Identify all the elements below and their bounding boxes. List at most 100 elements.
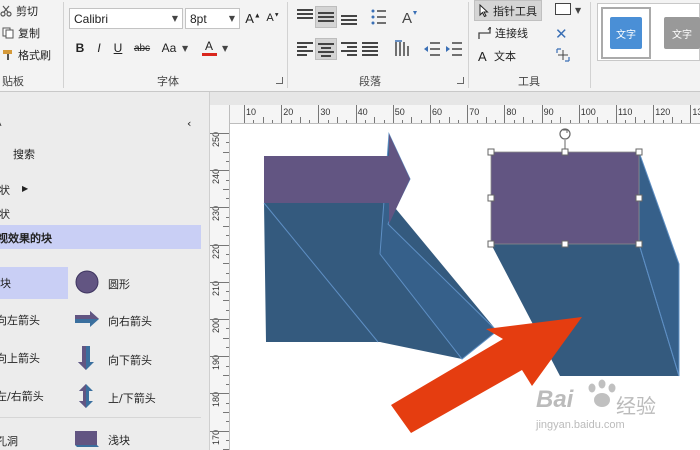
ruler-tick [226,235,229,237]
shape-left-right-arrow[interactable]: 左/右箭头 [0,388,44,404]
ribbon-separator [287,2,288,88]
horizontal-ruler[interactable]: 10 20 30 40 50 60 70 80 90 100 110 120 13 [230,105,700,124]
style-item-2[interactable]: 文字 [664,17,700,49]
panel-marker [0,116,2,127]
ruler-tick-label: 170 [211,429,221,445]
shape-left-right-arrow-label: 左/右箭头 [0,390,44,403]
ruler-tick [253,120,255,123]
search-shapes[interactable]: 搜索 [13,146,35,162]
collapse-panel-icon[interactable]: ‹ [187,117,191,130]
ruler-tick [383,120,385,123]
shrink-font-button[interactable]: A▼ [264,9,282,27]
ruler-tick [226,439,229,441]
watermark-url: jingyan.baidu.com [536,419,625,431]
ruler-tick [226,402,229,404]
circle-icon [74,269,100,298]
font-color-button[interactable]: A [200,37,218,59]
ruler-tick [210,133,229,134]
rectangle-tool-icon[interactable] [555,3,571,15]
copy-button[interactable]: 复制 [2,25,40,41]
shape-block[interactable]: 块 [0,267,68,299]
align-left-icon[interactable] [297,42,313,56]
ruler-tick [226,291,229,293]
ruler-tick [318,105,320,123]
ruler-tick [210,170,229,172]
bullets-icon[interactable] [371,9,387,25]
strikethrough-button[interactable]: abc [130,39,154,57]
tools-group-label: 工具 [518,75,540,88]
shape-hole[interactable]: 孔洞 [0,433,18,449]
justify-icon[interactable] [362,42,378,56]
grow-font-button[interactable]: A▲ [244,9,262,27]
ruler-tick [402,120,404,123]
shape-up-arrow[interactable]: 向上箭头 [0,350,40,366]
decrease-indent-icon[interactable] [423,41,441,57]
ruler-tick [597,117,599,123]
font-size-value: 8pt [190,11,207,26]
ruler-tick [210,207,229,209]
ruler-tick [210,356,229,358]
ruler-tick-label: 50 [394,107,405,117]
pointer-tool-button[interactable]: 指针工具 [474,0,542,21]
ruler-tick-label: 60 [432,107,443,117]
vertical-ruler[interactable]: 250 240 230 220 210 200 190 180 170 [210,105,230,450]
align-bottom-icon[interactable] [341,13,357,27]
rotation-handle-icon[interactable] [559,128,571,140]
font-group-label: 字体 [157,75,179,88]
shape-right-arrow[interactable]: 向右箭头 [74,310,152,331]
ruler-tick [616,105,617,123]
left-3d-arrow-shape[interactable] [263,132,498,360]
text-tool-label: 文本 [494,50,516,63]
align-right-icon[interactable] [341,42,357,56]
align-center-button[interactable] [315,38,337,60]
ruler-tick [223,188,229,190]
style-item-1[interactable]: 文字 [601,7,651,59]
ruler-tick [223,337,229,339]
ruler-tick [210,281,229,283]
shape-down-arrow[interactable]: 向下箭头 [74,345,152,374]
ruler-tick [355,105,357,123]
italic-button[interactable]: I [90,39,108,57]
bold-button[interactable]: B [71,39,89,57]
ruler-tick [448,117,450,123]
align-top-icon[interactable] [297,9,313,23]
ruler-tick-label: 90 [543,107,554,117]
shapes-quick-item[interactable]: 状 [0,206,10,222]
panel-divider [0,417,201,418]
align-middle-button[interactable] [315,6,337,28]
ruler-tick [541,105,543,123]
paragraph-dialog-launcher-icon[interactable] [457,77,464,84]
shape-up-down-arrow[interactable]: 上/下箭头 [74,383,156,412]
connection-point-icon[interactable] [555,47,571,63]
shape-circle[interactable]: 圆形 [74,269,130,298]
ruler-tick [439,120,441,123]
copy-label: 复制 [18,27,40,40]
format-painter-button[interactable]: 格式刷 [2,47,51,63]
connector-tool-button[interactable]: 连接线 [478,25,528,41]
drawing-canvas[interactable]: Bai 经验 jingyan.baidu.com [230,124,700,450]
stencil-title-row[interactable]: 视效果的块 [0,225,201,249]
cut-button[interactable]: 剪切 [0,3,38,19]
font-family-combo[interactable]: Calibri ▼ [69,8,183,29]
chevron-down-icon: ▼ [575,6,582,15]
ruler-tick [681,120,683,123]
text-tool-button[interactable]: A 文本 [478,48,516,64]
change-case-button[interactable]: Aa [158,39,180,57]
close-x-icon[interactable]: ✕ [555,25,568,43]
shape-shallow-block[interactable]: 浅块 [74,428,130,450]
underline-button[interactable]: U [109,39,127,57]
shapes-more-item[interactable]: 状 [0,182,10,198]
vertical-text-icon[interactable] [393,40,411,58]
grow-font-icon: A▲ [245,10,261,26]
align-center-icon [318,43,334,57]
ruler-tick-label: 210 [211,280,221,296]
shape-circle-label: 圆形 [108,277,130,291]
font-dialog-launcher-icon[interactable] [276,77,283,84]
shape-left-arrow[interactable]: 向左箭头 [0,312,40,328]
ruler-tick-label: 13 [692,107,700,117]
ruler-tick [550,120,552,123]
text-direction-icon[interactable]: A [401,8,419,27]
increase-indent-icon[interactable] [445,41,463,57]
font-size-combo[interactable]: 8pt ▼ [185,8,240,29]
ruler-tick [625,120,627,123]
